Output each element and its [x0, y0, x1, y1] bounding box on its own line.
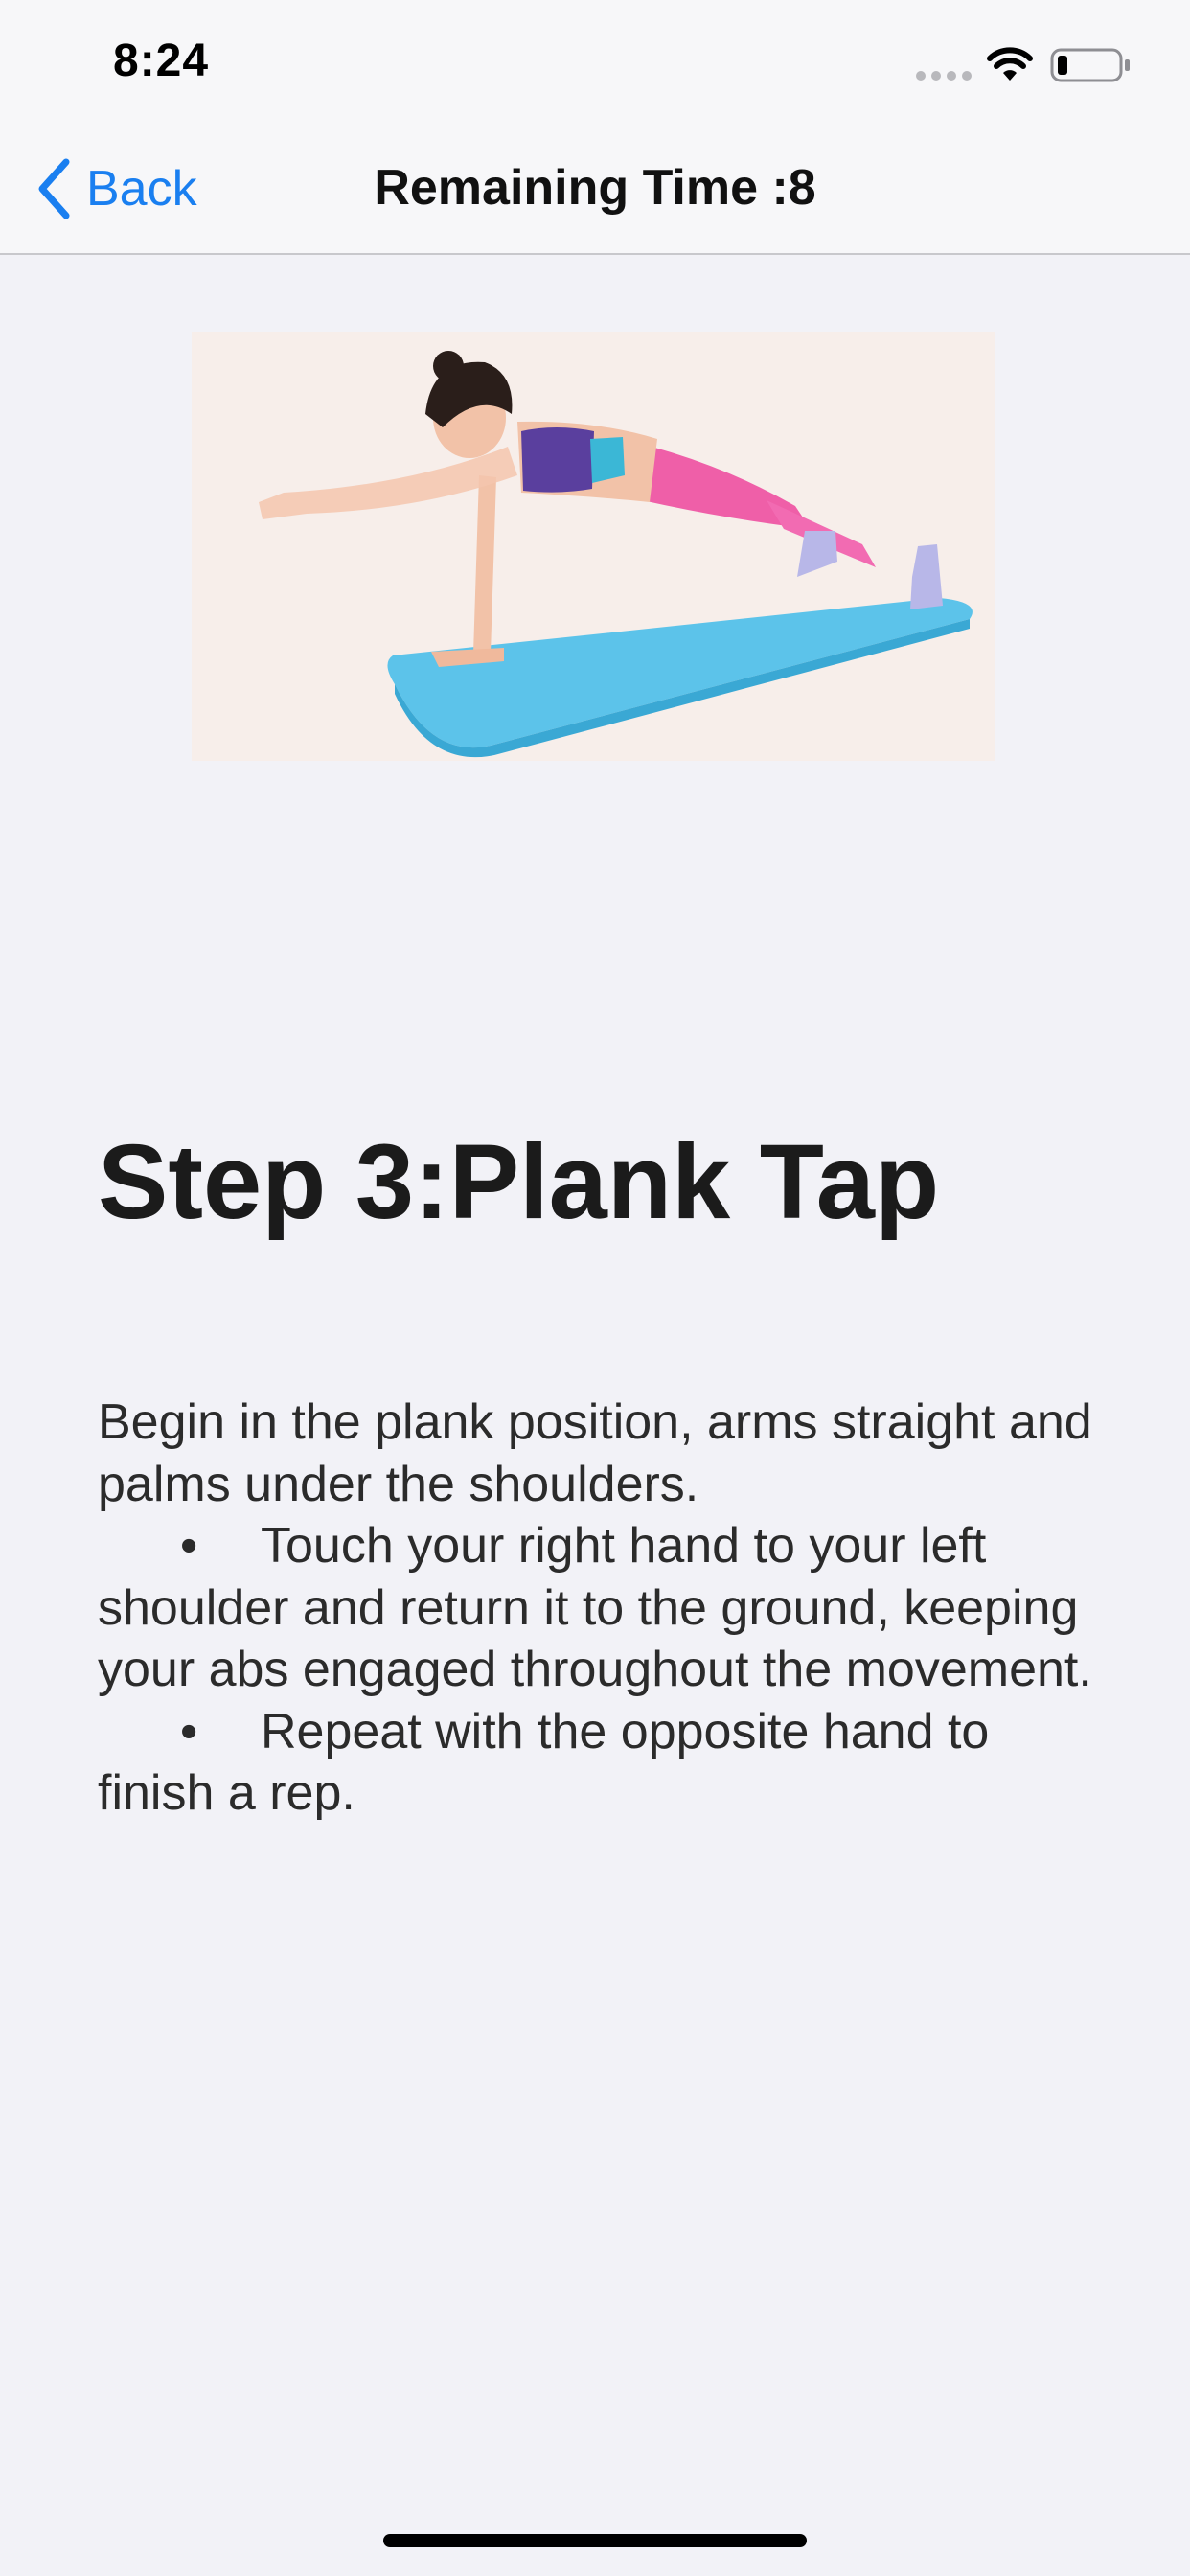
instruction-intro: Begin in the plank position, arms straig… [98, 1394, 1092, 1512]
instruction-bullet: • Touch your right hand to your left shou… [98, 1515, 1113, 1701]
signal-dots-icon [916, 71, 972, 80]
step-title: Step 3:Plank Tap [98, 1123, 940, 1241]
home-indicator[interactable] [383, 2534, 807, 2547]
bullet-symbol: • [180, 1518, 198, 1574]
status-bar: 8:24 [0, 0, 1190, 126]
battery-icon [1050, 48, 1130, 82]
wifi-icon [987, 47, 1033, 80]
instruction-bullet: • Repeat with the opposite hand to finish… [98, 1701, 1113, 1825]
nav-title: Remaining Time :8 [374, 160, 816, 216]
exercise-image [192, 332, 995, 761]
navigation-bar: Back Remaining Time :8 [0, 126, 1190, 255]
instructions-text: Begin in the plank position, arms straig… [98, 1392, 1113, 1825]
plank-tap-illustration [192, 332, 995, 761]
bullet-symbol: • [180, 1703, 198, 1760]
status-time: 8:24 [113, 35, 210, 86]
